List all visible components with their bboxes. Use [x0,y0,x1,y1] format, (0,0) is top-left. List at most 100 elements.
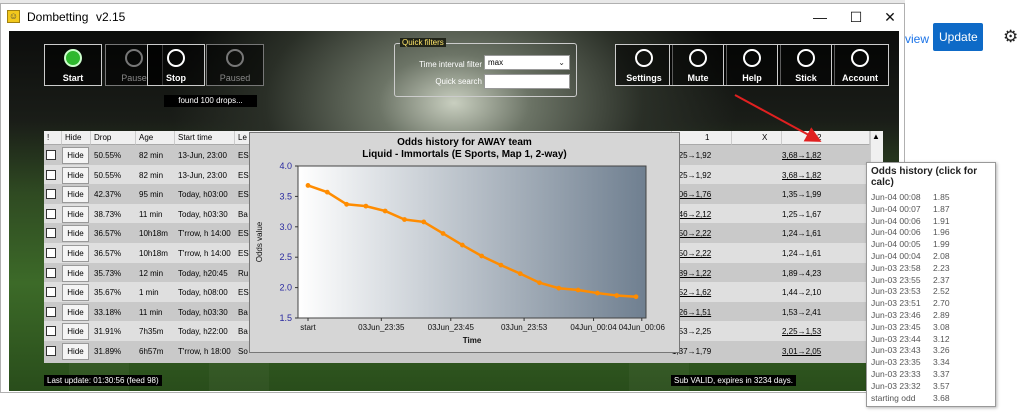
tooltip-time: Jun-03 23:51 [871,298,921,309]
hide-button[interactable]: Hide [62,147,89,164]
row-checkbox[interactable] [46,326,56,337]
start-cell: Today, h03:00 [178,190,228,200]
drop-cell: 35.67% [94,288,122,298]
col-header-age[interactable]: Age [136,131,175,145]
interval-filter-select[interactable]: max ⌄ [484,55,570,70]
data-point [363,203,369,209]
col-header-hide[interactable]: Hide [62,131,91,145]
tooltip-value: 2.23 [933,262,950,273]
age-cell: 12 min [139,268,164,278]
play-icon [64,49,82,67]
view-link[interactable]: view [905,32,929,46]
window-version: v2.15 [96,10,126,24]
odd2-cell[interactable]: 1,53→2,41 [782,308,821,317]
tooltip-value: 2.52 [933,286,950,297]
age-cell: 10h18m [139,229,168,239]
x-tick-label: 03Jun_23:53 [501,323,548,332]
odd2-cell[interactable]: 3,01→2,05 [782,347,821,356]
paused-button[interactable]: Paused [206,44,264,86]
hide-button[interactable]: Hide [62,166,89,184]
account-button[interactable]: Account [831,44,889,86]
tooltip-value: 3.26 [933,345,950,356]
col-header-flag[interactable]: ! [44,131,62,145]
mute-button[interactable]: Mute [669,44,727,86]
minimize-button[interactable]: — [803,6,837,28]
stick-label: Stick [795,73,817,83]
hide-button[interactable]: Hide [62,245,89,262]
settings-button[interactable]: Settings [615,44,673,86]
odd2-cell[interactable]: 3,68→1,82 [782,151,821,160]
hide-button[interactable]: Hide [62,343,89,360]
odd2-cell[interactable]: 3,68→1,82 [782,171,821,180]
tooltip-time: Jun-03 23:55 [871,274,921,285]
x-tick-label: start [300,323,316,332]
col-header-start[interactable]: Start time [175,131,235,145]
tooltip-row: Jun-04 00:06 1.91 [871,216,950,226]
row-checkbox[interactable] [46,208,56,219]
stick-button[interactable]: Stick [777,44,835,86]
stop-icon [167,49,185,67]
hide-button[interactable]: Hide [62,264,89,282]
drop-cell: 36.57% [94,249,122,258]
question-icon [743,49,761,67]
settings-label: Settings [626,73,662,83]
col-header-odd1[interactable]: 1 [672,131,732,145]
odd2-cell[interactable]: 1,24→1,61 [782,249,821,258]
start-button[interactable]: Start [44,44,102,86]
close-button[interactable]: ✕ [873,6,907,28]
row-checkbox[interactable] [46,189,56,200]
hide-button[interactable]: Hide [62,225,89,243]
row-checkbox[interactable] [46,169,56,180]
help-button[interactable]: Help [723,44,781,86]
tooltip-value: 2.37 [933,274,950,285]
age-cell: 82 min [139,170,164,180]
plot-area [297,165,647,319]
hide-button[interactable]: Hide [62,186,89,204]
odd2-cell[interactable]: 2,25→1,53 [782,327,821,336]
hide-button[interactable]: Hide [62,284,89,302]
update-button[interactable]: Update [933,23,983,51]
hide-button[interactable]: Hide [62,303,89,321]
start-cell: Today, h08:00 [178,288,228,298]
stop-button[interactable]: Stop [147,44,205,86]
odd2-cell[interactable]: 1,89→4,23 [782,269,821,278]
odds-history-tooltip[interactable]: Odds history (click for calc) Jun-04 00:… [866,162,996,407]
row-checkbox[interactable] [46,306,56,317]
hide-button[interactable]: Hide [62,205,89,223]
row-checkbox[interactable] [46,346,56,356]
row-checkbox[interactable] [46,248,56,258]
quick-search-input[interactable] [484,74,570,89]
odd2-cell[interactable]: 1,35→1,99 [782,190,821,199]
scroll-up-icon[interactable]: ▲ [870,131,882,143]
odds-history-chart-popup[interactable]: Odds history for AWAY team Liquid - Immo… [249,132,680,353]
drop-cell: 42.37% [94,190,122,200]
gear-icon[interactable]: ⚙ [1003,27,1018,47]
league-cell: Ba [238,307,248,317]
league-cell: ES [238,190,249,200]
row-checkbox[interactable] [46,150,56,160]
refresh-icon [226,49,244,67]
age-cell: 11 min [139,209,163,219]
tooltip-value: 3.34 [933,357,950,368]
hide-button[interactable]: Hide [62,323,89,341]
title-bar[interactable]: ☺ Dombetting v2.15 — ☐ ✕ [1,4,904,30]
tooltip-value: 1.87 [933,203,950,214]
data-point [498,262,504,268]
odd2-cell[interactable]: 1,44→2,10 [782,288,821,297]
row-checkbox[interactable] [46,228,56,239]
tooltip-value: 3.12 [933,333,950,344]
col-header-drop[interactable]: Drop [91,131,136,145]
tooltip-row: Jun-03 23:55 2.37 [871,274,950,285]
row-checkbox[interactable] [46,267,56,278]
row-checkbox[interactable] [46,287,56,298]
odd2-cell[interactable]: 1,24→1,61 [782,229,821,238]
league-cell: ES [238,229,249,239]
maximize-button[interactable]: ☐ [839,6,873,28]
odd2-cell[interactable]: 1,25→1,67 [782,210,821,219]
x-axis-label: Time [463,336,482,345]
age-cell: 82 min [139,151,164,160]
tooltip-row: Jun-03 23:43 3.26 [871,345,950,355]
pin-icon [797,49,815,67]
tooltip-value: 3.68 [933,392,950,403]
drop-cell: 35.73% [94,268,122,278]
